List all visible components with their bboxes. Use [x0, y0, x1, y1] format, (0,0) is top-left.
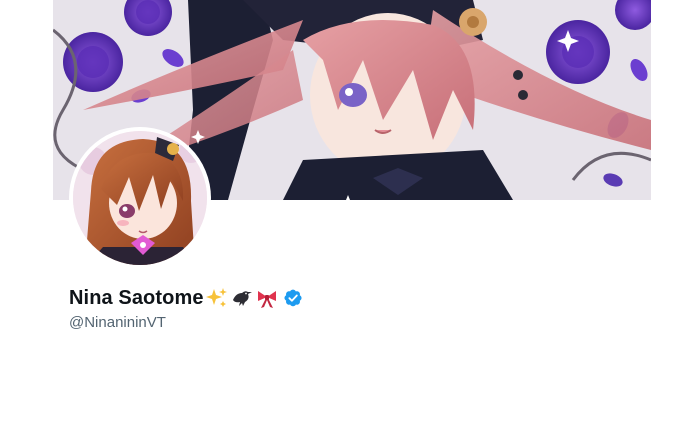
- display-name-row: Nina Saotome: [69, 284, 303, 312]
- avatar[interactable]: [73, 131, 207, 265]
- crow-emoji-icon: [230, 286, 254, 310]
- profile-page: Nina Saotome @NinanininVT: [0, 0, 681, 437]
- sparkles-emoji-icon: [205, 286, 229, 310]
- user-handle: @NinanininVT: [69, 314, 166, 331]
- display-name: Nina Saotome: [69, 286, 204, 309]
- avatar-border: [69, 127, 211, 269]
- ribbon-emoji-icon: [255, 286, 279, 310]
- verified-badge-icon[interactable]: [283, 288, 303, 308]
